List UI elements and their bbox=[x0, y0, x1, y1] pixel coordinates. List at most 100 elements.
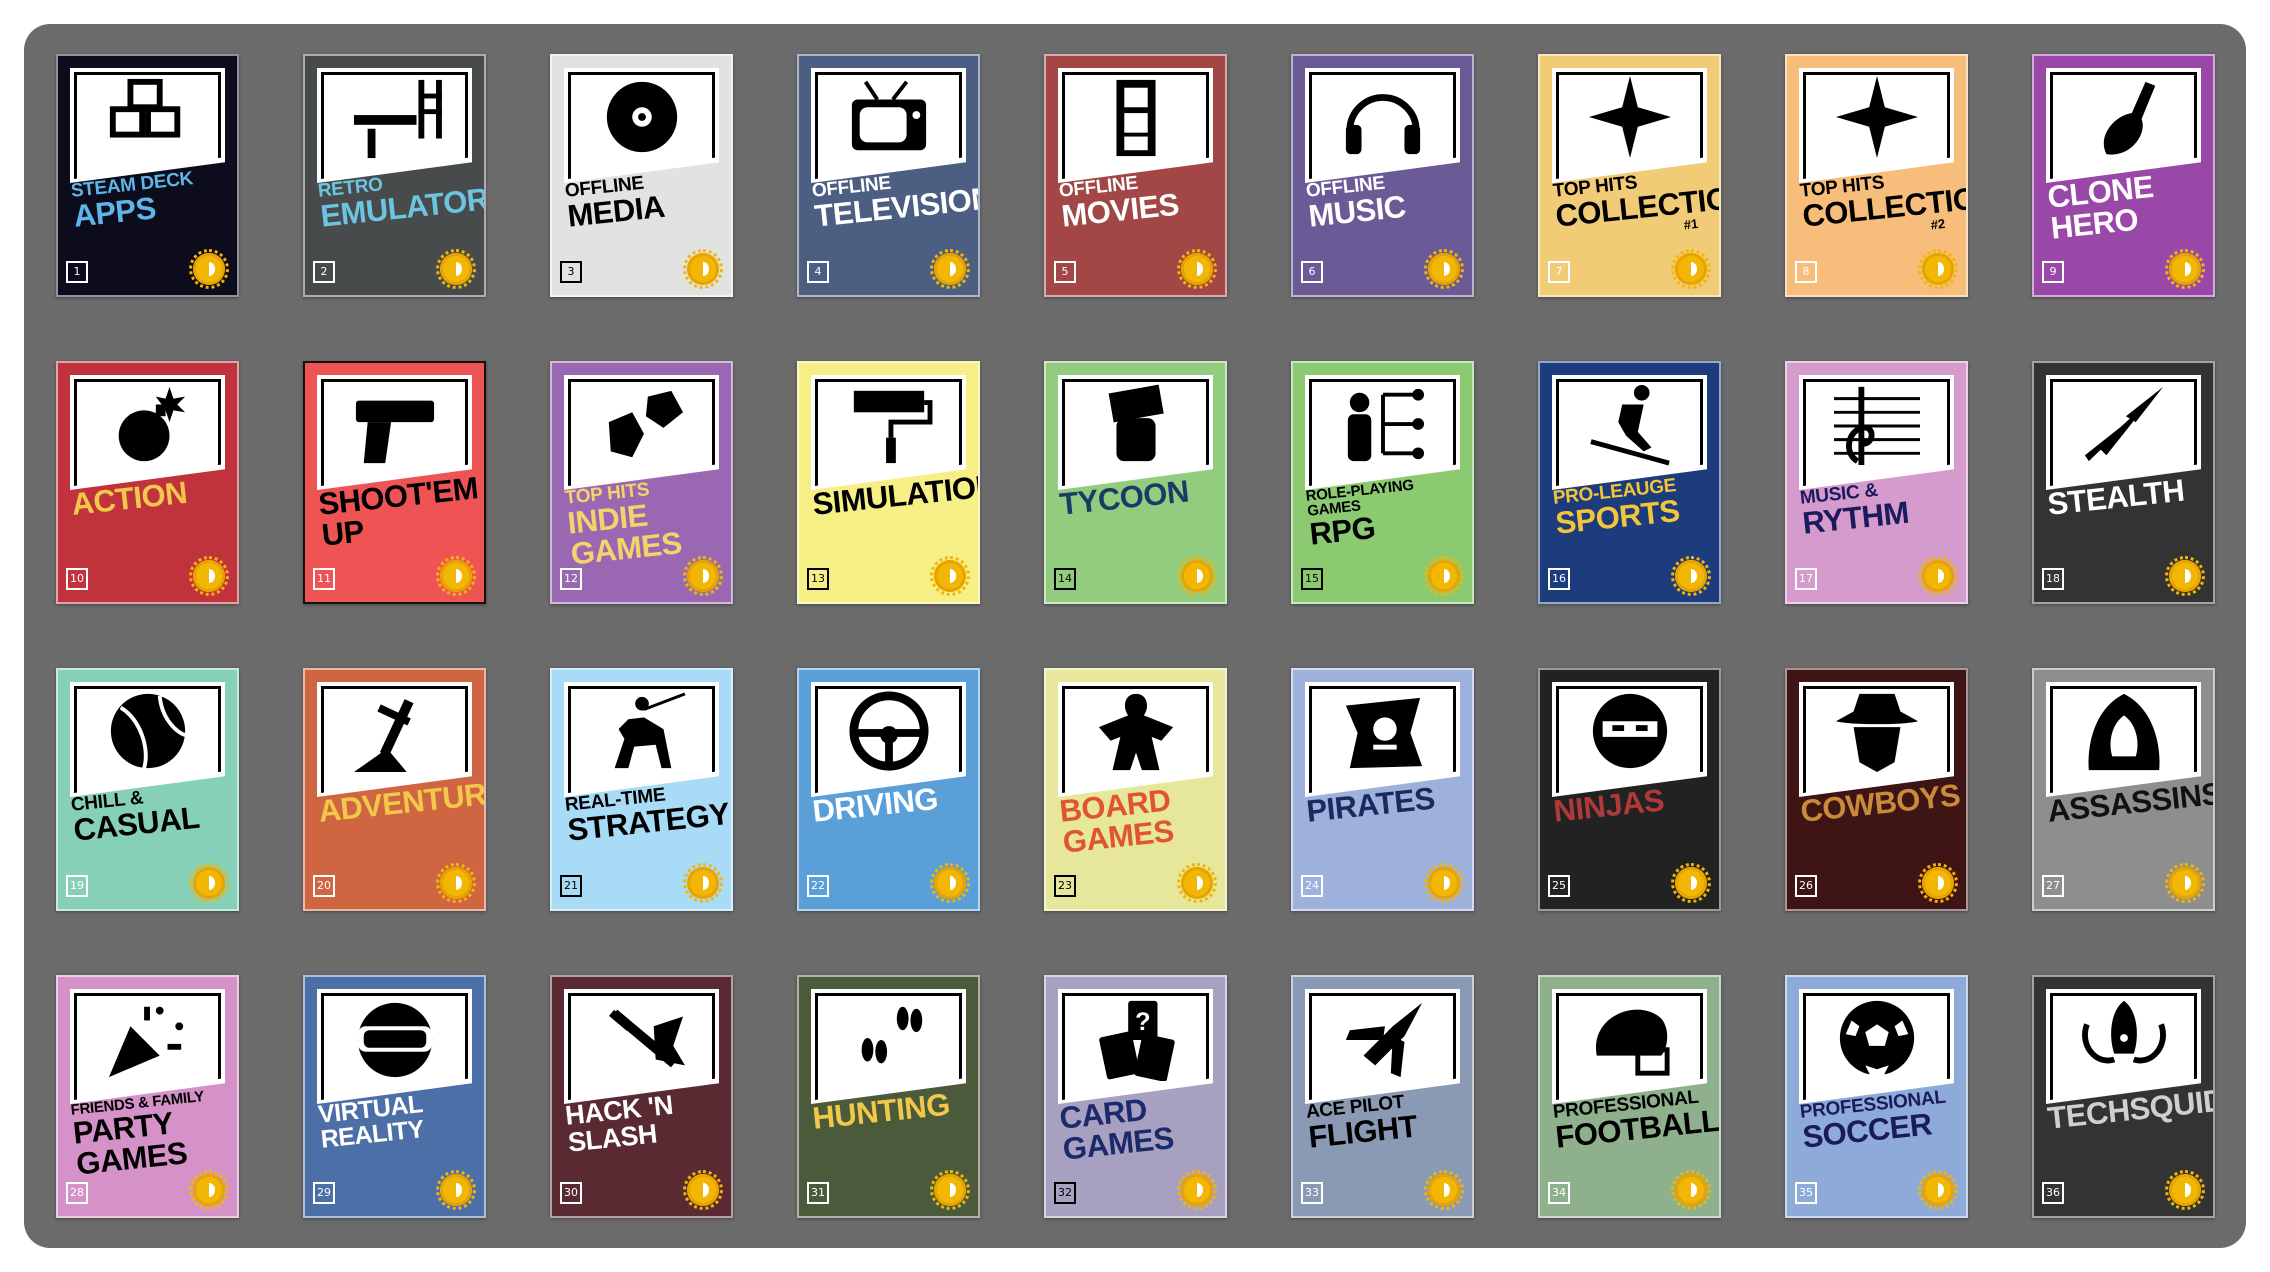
category-card-5[interactable]: OFFLINE MOVIES 5 bbox=[1044, 54, 1227, 297]
category-card-27[interactable]: ASSASSINS 27 bbox=[2032, 668, 2215, 911]
card-number: 33 bbox=[1301, 1182, 1323, 1204]
card-number: 2 bbox=[313, 261, 335, 283]
ninja-icon bbox=[1592, 693, 1667, 769]
category-card-15[interactable]: ROLE-PLAYING GAMES RPG 15 bbox=[1291, 361, 1474, 604]
steam-badge-icon bbox=[1424, 863, 1464, 903]
beach-ball-icon bbox=[110, 693, 186, 769]
icon-panel bbox=[564, 375, 719, 490]
card-number: 1 bbox=[66, 261, 88, 283]
playing-cards-icon: ? bbox=[1098, 1000, 1175, 1081]
steam-badge-icon bbox=[436, 556, 476, 596]
category-card-36[interactable]: TECHSQUIDTV 36 bbox=[2032, 975, 2215, 1218]
card-labels: CARD GAMES bbox=[1058, 1086, 1223, 1167]
category-card-23[interactable]: BOARD GAMES 23 bbox=[1044, 668, 1227, 911]
category-card-21[interactable]: REAL-TIME STRATEGY 21 bbox=[550, 668, 733, 911]
category-card-11[interactable]: SHOOT'EM UP 11 bbox=[303, 361, 486, 604]
card-number: 19 bbox=[66, 875, 88, 897]
vr-headset-icon bbox=[357, 1002, 432, 1078]
icon-panel: ? bbox=[1058, 989, 1213, 1104]
steam-badge-icon bbox=[683, 556, 723, 596]
category-card-26[interactable]: COWBOYS 26 bbox=[1785, 668, 1968, 911]
bomb-icon bbox=[118, 386, 185, 462]
card-number: 25 bbox=[1548, 875, 1570, 897]
category-card-4[interactable]: OFFLINE TELEVISION 4 bbox=[797, 54, 980, 297]
treble-clef-icon bbox=[1833, 386, 1920, 466]
headphones-icon bbox=[1345, 94, 1420, 155]
card-title: CLONE HERO bbox=[2045, 168, 2155, 246]
icon-panel bbox=[1552, 682, 1707, 797]
card-number: 20 bbox=[313, 875, 335, 897]
film-strip-icon bbox=[1115, 79, 1156, 157]
category-card-30[interactable]: HACK 'N SLASH 30 bbox=[550, 975, 733, 1218]
category-card-29[interactable]: VIRTUAL REALITY 29 bbox=[303, 975, 486, 1218]
card-labels: FRIENDS & FAMILY PARTY GAMES bbox=[70, 1086, 236, 1182]
category-card-18[interactable]: STEALTH 18 bbox=[2032, 361, 2215, 604]
category-card-32[interactable]: ? CARD GAMES 32 bbox=[1044, 975, 1227, 1218]
skill-tree-icon bbox=[1347, 388, 1424, 462]
hood-icon bbox=[2087, 693, 2160, 771]
category-card-34[interactable]: PROFESSIONAL FOOTBALL 34 bbox=[1538, 975, 1721, 1218]
card-number: 6 bbox=[1301, 261, 1323, 283]
card-number: 29 bbox=[313, 1182, 335, 1204]
steam-badge-icon bbox=[1671, 1170, 1711, 1210]
category-card-10[interactable]: ACTION 10 bbox=[56, 361, 239, 604]
category-card-2[interactable]: RETRO EMULATORS 2 bbox=[303, 54, 486, 297]
category-card-22[interactable]: DRIVING 22 bbox=[797, 668, 980, 911]
category-card-25[interactable]: NINJAS 25 bbox=[1538, 668, 1721, 911]
cubes-icon bbox=[109, 78, 180, 138]
icon-panel bbox=[317, 68, 472, 183]
category-card-13[interactable]: SIMULATION 13 bbox=[797, 361, 980, 604]
card-number: 31 bbox=[807, 1182, 829, 1204]
steam-badge-icon bbox=[2165, 249, 2205, 289]
category-card-17[interactable]: MUSIC & RYTHM 17 bbox=[1785, 361, 1968, 604]
guitar-icon bbox=[2103, 81, 2155, 155]
star-burst-icon bbox=[1588, 76, 1671, 159]
icon-panel bbox=[1058, 68, 1213, 183]
icon-panel bbox=[1552, 68, 1707, 183]
category-card-12[interactable]: TOP HITS INDIE GAMES 12 bbox=[550, 361, 733, 604]
category-card-35[interactable]: PROFESSIONAL SOCCER 35 bbox=[1785, 975, 1968, 1218]
hoof-prints-icon bbox=[861, 1006, 922, 1064]
card-number: 18 bbox=[2042, 568, 2064, 590]
sword-in-stone-icon bbox=[353, 699, 414, 773]
category-card-7[interactable]: TOP HITS COLLECTION #1 7 bbox=[1538, 54, 1721, 297]
category-card-14[interactable]: TYCOON 14 bbox=[1044, 361, 1227, 604]
card-number: 22 bbox=[807, 875, 829, 897]
category-card-28[interactable]: FRIENDS & FAMILY PARTY GAMES 28 bbox=[56, 975, 239, 1218]
icon-panel bbox=[1799, 375, 1954, 490]
category-card-9[interactable]: CLONE HERO 9 bbox=[2032, 54, 2215, 297]
icon-panel bbox=[2046, 68, 2201, 183]
category-card-20[interactable]: ADVENTURE 20 bbox=[303, 668, 486, 911]
card-title: PARTY GAMES bbox=[71, 1105, 189, 1182]
svg-text:?: ? bbox=[1135, 1008, 1151, 1036]
icon-panel bbox=[1799, 68, 1954, 183]
category-card-33[interactable]: ACE PILOT FLIGHT 33 bbox=[1291, 975, 1474, 1218]
category-card-16[interactable]: PRO-LEAUGE SPORTS 16 bbox=[1538, 361, 1721, 604]
icon-panel bbox=[70, 989, 225, 1104]
category-grid: STEAM DECK APPS 1 RETRO EMULATORS 2 OFFL… bbox=[56, 54, 2215, 1218]
steam-badge-icon bbox=[2165, 863, 2205, 903]
card-labels: BOARD GAMES bbox=[1058, 779, 1223, 859]
icon-panel bbox=[1799, 989, 1954, 1104]
steam-badge-icon bbox=[930, 1170, 970, 1210]
card-number: 30 bbox=[560, 1182, 582, 1204]
steam-badge-icon bbox=[930, 863, 970, 903]
icon-panel bbox=[1058, 375, 1213, 490]
paint-roller-icon bbox=[853, 390, 932, 464]
icon-panel bbox=[1552, 375, 1707, 490]
steam-badge-icon bbox=[1177, 556, 1217, 596]
category-card-3[interactable]: OFFLINE MEDIA 3 bbox=[550, 54, 733, 297]
category-card-1[interactable]: STEAM DECK APPS 1 bbox=[56, 54, 239, 297]
category-card-8[interactable]: TOP HITS COLLECTION #2 8 bbox=[1785, 54, 1968, 297]
category-card-6[interactable]: OFFLINE MUSIC 6 bbox=[1291, 54, 1474, 297]
steam-badge-icon bbox=[1424, 249, 1464, 289]
card-number: 11 bbox=[313, 568, 335, 590]
category-card-19[interactable]: CHILL & CASUAL 19 bbox=[56, 668, 239, 911]
steam-badge-icon bbox=[683, 249, 723, 289]
category-card-31[interactable]: HUNTING 31 bbox=[797, 975, 980, 1218]
card-number: 15 bbox=[1301, 568, 1323, 590]
card-number: 27 bbox=[2042, 875, 2064, 897]
category-card-24[interactable]: PIRATES 24 bbox=[1291, 668, 1474, 911]
collection-board: STEAM DECK APPS 1 RETRO EMULATORS 2 OFFL… bbox=[24, 24, 2246, 1248]
steam-badge-icon bbox=[1671, 556, 1711, 596]
